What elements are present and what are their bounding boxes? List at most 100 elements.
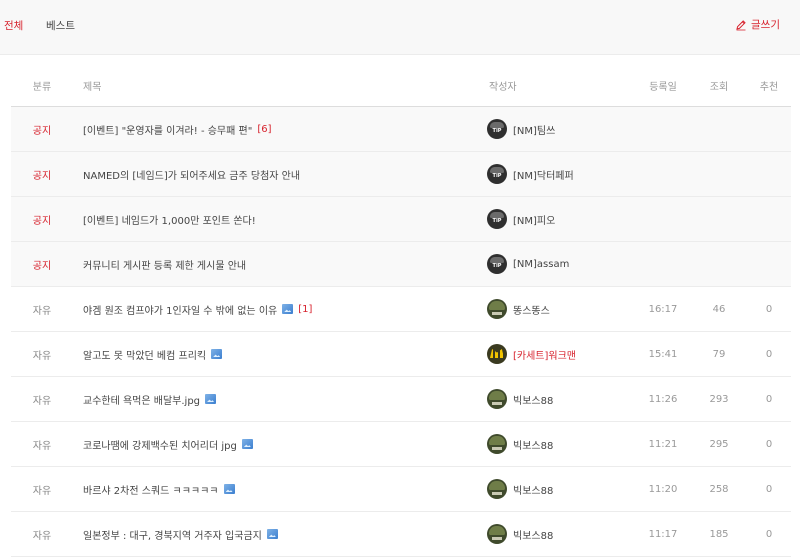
author-cell[interactable]: [NM]피오 (487, 197, 627, 241)
recommend-count: 0 (765, 348, 773, 360)
notice-row[interactable]: 공지 [이벤트] "운영자를 이겨라! - 승무패 편" [6] [NM]팀쓰 (11, 107, 791, 152)
avatar-icon (487, 524, 507, 544)
post-title-link[interactable]: 바르샤 2차전 스쿼드 ㅋㅋㅋㅋㅋ (83, 482, 219, 497)
comment-count[interactable]: [1] (298, 304, 312, 315)
category-label: 공지 (32, 125, 52, 137)
view-count: 293 (709, 393, 729, 405)
author-name[interactable]: [NM]피오 (513, 212, 555, 227)
post-title-link[interactable]: [이벤트] "운영자를 이겨라! - 승무패 편" (83, 122, 252, 137)
post-title-link[interactable]: 일본정부 : 대구, 경북지역 거주자 입국금지 (83, 527, 262, 542)
notice-row[interactable]: 공지 커뮤니티 게시판 등록 제한 게시물 안내 [NM]assam (11, 242, 791, 287)
author-cell[interactable]: [NM]닥터페퍼 (487, 152, 627, 196)
author-name[interactable]: [NM]팀쓰 (513, 122, 555, 137)
avatar-icon (487, 254, 507, 274)
table-row[interactable]: 자유 교수한테 욕먹은 배달부.jpg 빅보스88 11:26 293 0 (11, 377, 791, 422)
table-row[interactable]: 자유 코로나땜에 강제백수된 치어리더 jpg 빅보스88 11:21 295 0 (11, 422, 791, 467)
author-cell[interactable]: 빅보스88 (487, 377, 627, 421)
avatar-icon (487, 164, 507, 184)
post-title-link[interactable]: [이벤트] 네임드가 1,000만 포인트 쏜다! (83, 212, 256, 227)
image-attached-icon (205, 394, 217, 404)
image-attached-icon (241, 439, 253, 449)
post-title-cell: 야겜 원조 컴프야가 1인자일 수 밖에 없는 이유 [1] (83, 287, 483, 331)
post-date: 11:26 (648, 393, 678, 405)
view-count: 79 (712, 348, 726, 360)
post-date: 16:17 (648, 303, 678, 315)
post-date: 11:17 (648, 528, 678, 540)
category-label: 공지 (32, 215, 52, 227)
post-title-link[interactable]: NAMED의 [네임드]가 되어주세요 금주 당첨자 안내 (83, 167, 300, 182)
view-count: 46 (712, 303, 726, 315)
notice-row[interactable]: 공지 NAMED의 [네임드]가 되어주세요 금주 당첨자 안내 [NM]닥터페퍼 (11, 152, 791, 197)
write-button[interactable]: 글쓰기 (735, 17, 780, 32)
author-name[interactable]: 빅보스88 (513, 392, 553, 407)
tab-all[interactable]: 전체 (4, 18, 23, 33)
author-name[interactable]: [NM]assam (513, 259, 569, 270)
avatar-icon (487, 389, 507, 409)
category-label: 공지 (32, 260, 52, 272)
recommend-count: 0 (765, 528, 773, 540)
recommend-count: 0 (765, 483, 773, 495)
image-attached-icon (211, 349, 223, 359)
post-title-cell: 교수한테 욕먹은 배달부.jpg (83, 377, 483, 421)
avatar-icon (487, 344, 507, 364)
col-title: 제목 (83, 81, 102, 93)
category-label: 자유 (32, 395, 52, 407)
author-cell[interactable]: 빅보스88 (487, 467, 627, 511)
view-count: 258 (709, 483, 729, 495)
post-title-link[interactable]: 코로나땜에 강제백수된 치어리더 jpg (83, 437, 237, 452)
col-recommend: 추천 (759, 81, 779, 93)
avatar-icon (487, 299, 507, 319)
avatar-icon (487, 119, 507, 139)
category-label: 자유 (32, 530, 52, 542)
board-topbar: 전체 베스트 글쓰기 (0, 0, 800, 55)
image-attached-icon (266, 529, 278, 539)
col-views: 조회 (709, 81, 729, 93)
author-name[interactable]: 똥스똥스 (513, 302, 550, 317)
post-title-link[interactable]: 야겜 원조 컴프야가 1인자일 수 밖에 없는 이유 (83, 302, 277, 317)
table-row[interactable]: 자유 바르샤 2차전 스쿼드 ㅋㅋㅋㅋㅋ 빅보스88 11:20 258 0 (11, 467, 791, 512)
post-date: 15:41 (648, 348, 678, 360)
author-name[interactable]: 빅보스88 (513, 482, 553, 497)
image-attached-icon (223, 484, 235, 494)
table-row[interactable]: 자유 알고도 못 막았던 베컴 프리킥 [카세트]워크맨 15:41 79 0 (11, 332, 791, 377)
write-label: 글쓰기 (751, 19, 780, 31)
post-title-link[interactable]: 교수한테 욕먹은 배달부.jpg (83, 392, 200, 407)
post-date: 11:21 (648, 438, 678, 450)
author-cell[interactable]: 똥스똥스 (487, 287, 627, 331)
category-label: 자유 (32, 305, 52, 317)
table-row[interactable]: 자유 야겜 원조 컴프야가 1인자일 수 밖에 없는 이유 [1] 똥스똥스 16:17… (11, 287, 791, 332)
post-title-link[interactable]: 커뮤니티 게시판 등록 제한 게시물 안내 (83, 257, 246, 272)
author-cell[interactable]: 빅보스88 (487, 422, 627, 466)
table-row[interactable]: 자유 일본정부 : 대구, 경북지역 거주자 입국금지 빅보스88 11:17 185 0 (11, 512, 791, 557)
author-name[interactable]: 빅보스88 (513, 527, 553, 542)
author-cell[interactable]: 빅보스88 (487, 512, 627, 556)
view-count: 185 (709, 528, 729, 540)
author-cell[interactable]: [NM]팀쓰 (487, 107, 627, 151)
post-title-link[interactable]: 알고도 못 막았던 베컴 프리킥 (83, 347, 206, 362)
post-title-cell: 커뮤니티 게시판 등록 제한 게시물 안내 (83, 242, 483, 286)
author-name[interactable]: [카세트]워크맨 (513, 347, 576, 362)
category-label: 자유 (32, 485, 52, 497)
recommend-count: 0 (765, 393, 773, 405)
post-title-cell: NAMED의 [네임드]가 되어주세요 금주 당첨자 안내 (83, 152, 483, 196)
list-header: 분류 제목 작성자 등록일 조회 추천 (11, 64, 791, 107)
post-title-cell: 바르샤 2차전 스쿼드 ㅋㅋㅋㅋㅋ (83, 467, 483, 511)
post-title-cell: [이벤트] "운영자를 이겨라! - 승무패 편" [6] (83, 107, 483, 151)
col-category: 분류 (32, 81, 52, 93)
avatar-icon (487, 209, 507, 229)
category-label: 자유 (32, 440, 52, 452)
comment-count[interactable]: [6] (257, 124, 271, 135)
tab-best[interactable]: 베스트 (46, 18, 75, 33)
pencil-icon (736, 19, 746, 30)
col-date: 등록일 (649, 81, 677, 93)
image-attached-icon (282, 304, 294, 314)
post-title-cell: [이벤트] 네임드가 1,000만 포인트 쏜다! (83, 197, 483, 241)
author-cell[interactable]: [NM]assam (487, 242, 627, 286)
category-label: 공지 (32, 170, 52, 182)
author-name[interactable]: 빅보스88 (513, 437, 553, 452)
recommend-count: 0 (765, 438, 773, 450)
view-count: 295 (709, 438, 729, 450)
author-cell[interactable]: [카세트]워크맨 (487, 332, 627, 376)
author-name[interactable]: [NM]닥터페퍼 (513, 167, 574, 182)
notice-row[interactable]: 공지 [이벤트] 네임드가 1,000만 포인트 쏜다! [NM]피오 (11, 197, 791, 242)
